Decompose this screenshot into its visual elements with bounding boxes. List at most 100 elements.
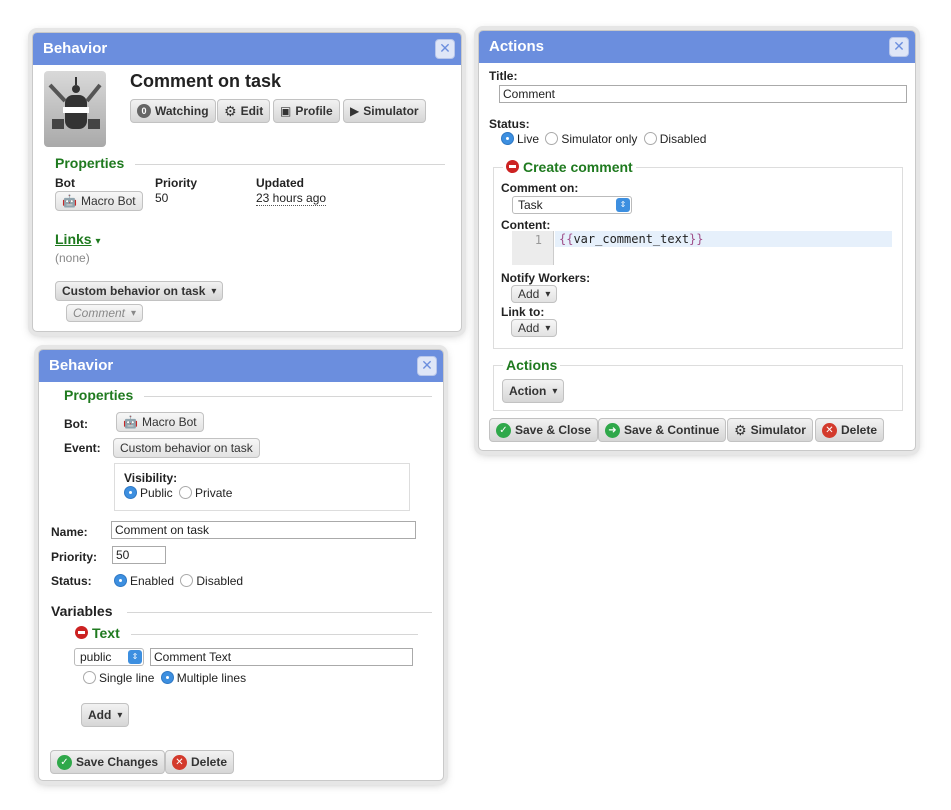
title-field[interactable]: Comment [499,85,907,103]
robot-icon: 🤖 [123,415,138,429]
event-chip-label: Custom behavior on task [120,441,253,455]
status-enabled-radio[interactable] [114,574,127,587]
visibility-label: Visibility: [124,471,178,485]
bot-label: Bot: [64,417,88,431]
add-variable-button[interactable]: Add [81,703,130,727]
variables-heading: Variables [51,603,113,619]
status-live-radio[interactable] [501,132,514,145]
bot-chip[interactable]: 🤖 Macro Bot [55,191,143,211]
status-label: Status: [51,574,92,588]
delete-button[interactable]: ✕ Delete [815,418,885,442]
name-label: Name: [51,525,88,539]
check-icon: ✓ [496,422,511,438]
close-icon[interactable]: ✕ [417,356,437,376]
code-editor[interactable]: 1 {{var_comment_text}} [512,231,892,265]
panel-title: Behavior [43,40,108,57]
status-disabled-label: Disabled [659,132,707,146]
status-options: Enabled Disabled [114,574,243,588]
delete-label: Delete [841,423,878,437]
divider [127,612,432,613]
visibility-private-radio[interactable] [179,486,193,499]
name-field[interactable]: Comment on task [111,521,416,539]
multiple-lines-label: Multiple lines [176,671,247,685]
custom-behavior-dropdown[interactable]: Custom behavior on task [55,281,224,301]
action-dropdown[interactable]: Action [502,379,565,403]
active-line: {{var_comment_text}} [555,231,892,247]
priority-field[interactable]: 50 [112,546,166,564]
status-disabled-label: Disabled [196,574,244,588]
bot-chip-label: Macro Bot [80,194,136,208]
panel-header: Behavior ✕ [33,33,461,65]
save-changes-label: Save Changes [76,755,159,769]
edit-button[interactable]: ⚙ Edit [217,99,271,123]
scope-select[interactable]: public ⇕ [74,648,144,666]
x-circle-icon: ✕ [172,754,187,770]
chevron-down-icon: ▾ [95,236,101,247]
line-mode-options: Single line Multiple lines [83,671,246,685]
bot-label: Bot [55,176,75,190]
remove-icon[interactable] [506,160,519,173]
status-enabled-label: Enabled [130,574,175,588]
variable-name-field[interactable]: Comment Text [150,648,413,666]
status-simulator-radio[interactable] [545,132,559,145]
link-to-label: Link to: [501,305,545,319]
simulator-button[interactable]: ▶ Simulator [343,99,426,123]
profile-button[interactable]: ▣ Profile [273,99,340,123]
status-live-label: Live [517,132,540,146]
single-line-radio[interactable] [83,671,96,684]
simulator-label: Simulator [750,423,806,437]
visibility-public-radio[interactable] [124,486,137,499]
watching-button[interactable]: 0 Watching [130,99,216,123]
title-label: Title: [489,69,518,83]
simulator-button[interactable]: ⚙ Simulator [727,418,813,442]
code-variable: var_comment_text [573,232,690,246]
link-add-button[interactable]: Add [511,319,558,337]
priority-value: 50 [155,191,169,205]
visibility-options: Public Private [124,486,232,500]
select-arrows-icon: ⇕ [616,198,630,212]
status-disabled-radio[interactable] [643,132,657,145]
select-arrows-icon: ⇕ [128,650,142,664]
visibility-private-label: Private [195,486,233,500]
actions-heading: Actions [503,357,561,373]
code-brace-close: }} [689,232,704,246]
profile-card-icon: ▣ [280,104,292,118]
links-value: (none) [55,251,90,265]
save-close-button[interactable]: ✓ Save & Close [489,418,599,442]
delete-button[interactable]: ✕ Delete [165,750,235,774]
comment-dropdown[interactable]: Comment [66,304,144,322]
single-line-label: Single line [99,671,155,685]
multiple-lines-radio[interactable] [160,671,174,684]
text-variable-heading: Text [75,625,120,641]
updated-label: Updated [256,176,304,190]
save-changes-button[interactable]: ✓ Save Changes [50,750,166,774]
bot-chip[interactable]: 🤖 Macro Bot [116,412,204,432]
behavior-name: Comment on task [130,71,282,91]
robot-icon: 🤖 [62,194,77,208]
bot-avatar [44,71,106,147]
close-icon[interactable]: ✕ [889,37,909,57]
play-icon: ▶ [350,104,360,118]
scope-select-value: public [80,650,112,664]
action-dropdown-label: Action [509,384,547,398]
profile-label: Profile [295,104,333,118]
notify-add-button[interactable]: Add [511,285,558,303]
actions-panel: Actions ✕ Title: Comment Status: Live Si… [478,30,916,451]
save-continue-label: Save & Continue [624,423,720,437]
content-label: Content: [501,218,551,232]
edit-label: Edit [240,104,264,118]
event-chip[interactable]: Custom behavior on task [113,438,260,458]
comment-on-select[interactable]: Task ⇕ [512,196,632,214]
text-variable-label: Text [92,625,120,641]
links-toggle[interactable]: Links ▾ [55,231,101,247]
status-disabled-radio[interactable] [180,574,194,587]
save-continue-button[interactable]: ➜ Save & Continue [598,418,727,442]
close-icon[interactable]: ✕ [435,39,455,59]
comment-dropdown-label: Comment [73,306,126,320]
remove-icon[interactable] [75,626,88,639]
properties-heading: Properties [55,155,125,171]
priority-label: Priority: [51,550,98,564]
links-label: Links [55,231,92,247]
create-comment-heading: Create comment [503,159,636,175]
gear-icon: ⚙ [734,421,747,438]
